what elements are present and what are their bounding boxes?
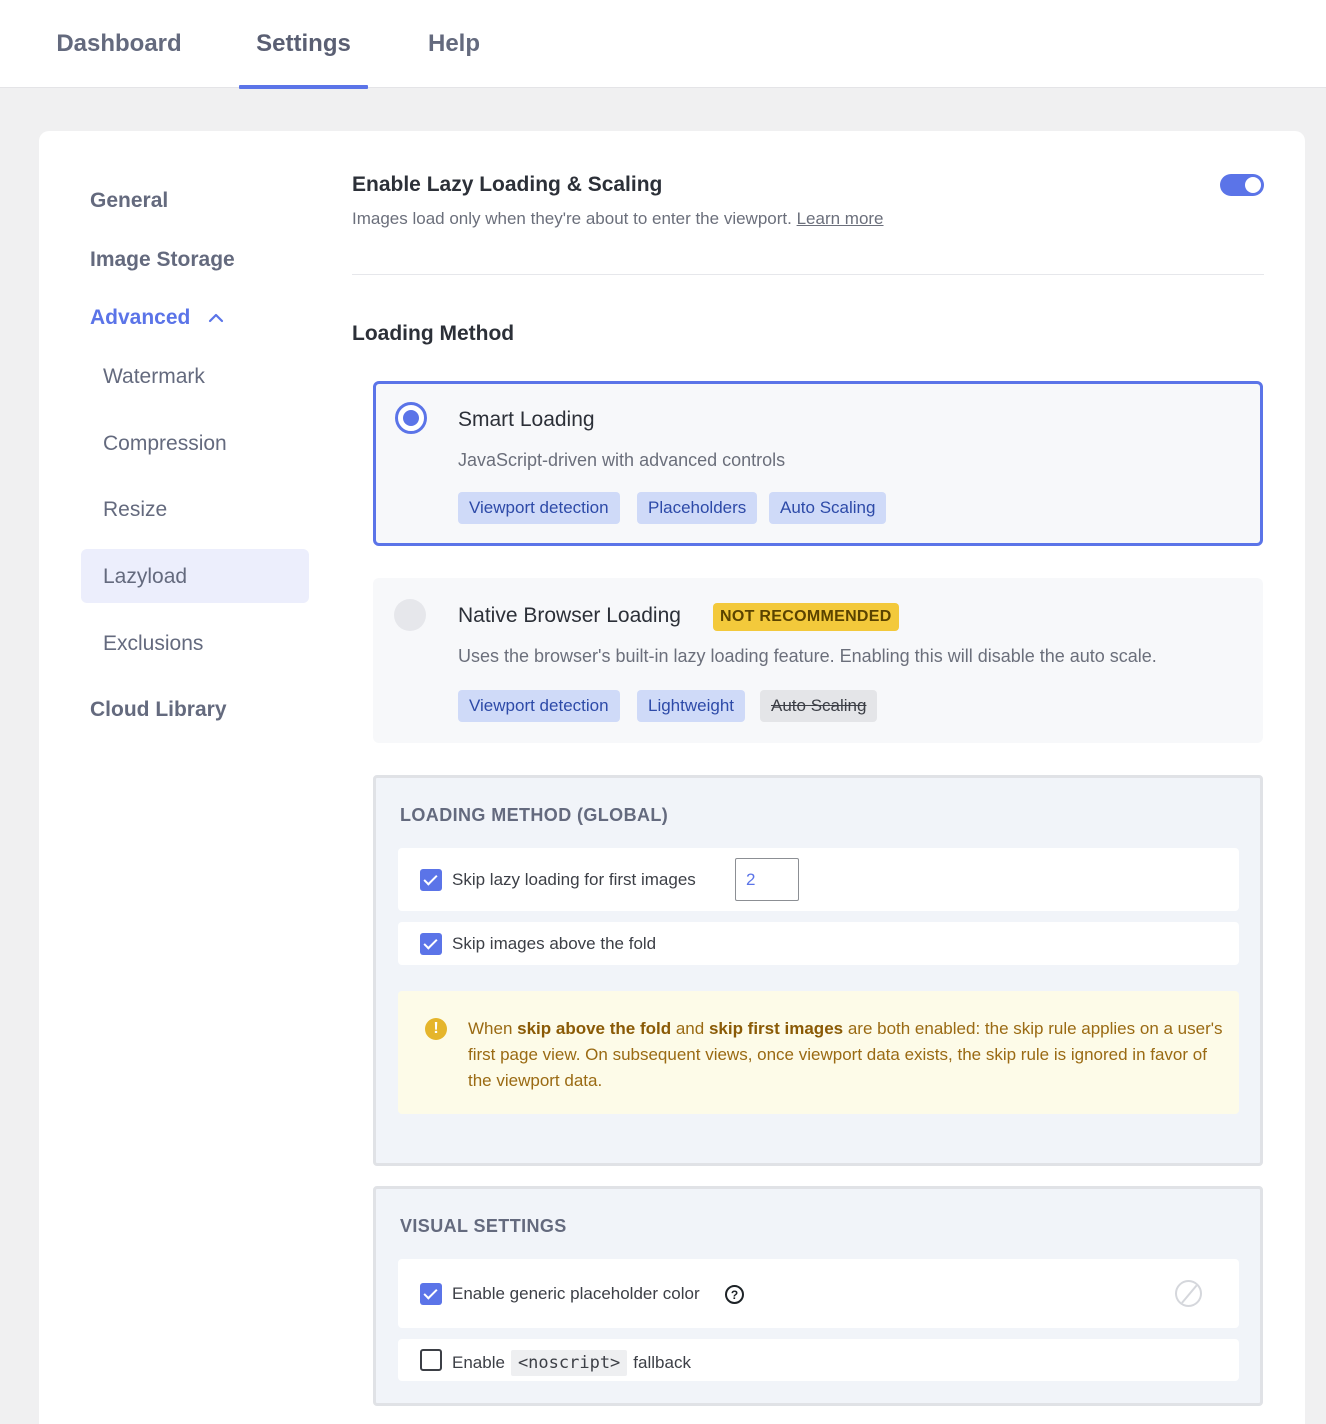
skip-first-images-label: Skip lazy loading for first images — [452, 870, 696, 889]
sidebar-item-watermark[interactable]: Watermark — [103, 365, 205, 389]
sidebar-item-resize[interactable]: Resize — [103, 498, 167, 522]
sidebar-item-advanced-label: Advanced — [90, 306, 191, 329]
enable-lazy-loading-description: Images load only when they're about to e… — [352, 209, 884, 229]
notice-text: When skip above the fold and skip first … — [468, 1016, 1228, 1094]
tab-dashboard[interactable]: Dashboard — [56, 0, 182, 88]
sidebar-item-general[interactable]: General — [90, 189, 168, 213]
skip-above-fold-row: Skip images above the fold — [398, 922, 1239, 965]
notice-prefix: When — [468, 1019, 518, 1038]
tab-help[interactable]: Help — [427, 0, 481, 88]
sidebar-item-image-storage[interactable]: Image Storage — [90, 248, 235, 272]
chip-placeholders: Placeholders — [637, 492, 758, 524]
tab-settings-label: Settings — [256, 30, 351, 57]
skip-first-images-row: Skip lazy loading for first images 2 — [398, 848, 1239, 911]
visual-settings-title: VISUAL SETTINGS — [400, 1216, 567, 1236]
chip-viewport-detection: Viewport detection — [458, 492, 620, 524]
noscript-fallback-label: Enable <noscript> fallback — [452, 1350, 691, 1376]
notice-bold-fold: skip above the fold — [517, 1019, 672, 1038]
sidebar-item-cloud-library[interactable]: Cloud Library — [90, 698, 227, 722]
skip-first-images-checkbox[interactable] — [420, 869, 442, 891]
section-divider — [352, 274, 1264, 275]
chip-auto-scaling: Auto Scaling — [769, 492, 887, 524]
native-loading-title: Native Browser Loading — [458, 604, 681, 627]
learn-more-link[interactable]: Learn more — [797, 209, 884, 228]
smart-loading-description: JavaScript-driven with advanced controls — [458, 450, 786, 470]
notice-mid: and — [671, 1019, 709, 1038]
chevron-up-icon — [209, 313, 224, 323]
enable-description-text: Images load only when they're about to e… — [352, 209, 792, 228]
noscript-fallback-checkbox[interactable] — [420, 1349, 442, 1371]
active-tab-indicator — [239, 85, 368, 89]
notice-bold-first: skip first images — [708, 1019, 844, 1038]
visual-settings-panel: VISUAL SETTINGS Enable generic placehold… — [373, 1186, 1263, 1406]
settings-card: General Image Storage Advanced Watermark… — [39, 131, 1305, 1424]
noscript-code: <noscript> — [510, 1350, 628, 1376]
smart-loading-title: Smart Loading — [458, 408, 595, 431]
skip-rule-notice: ! When skip above the fold and skip firs… — [398, 991, 1239, 1114]
skip-above-fold-label: Skip images above the fold — [452, 934, 657, 953]
noscript-suffix: fallback — [633, 1353, 691, 1372]
toggle-knob — [1245, 177, 1261, 193]
loading-method-title: Loading Method — [352, 322, 515, 345]
placeholder-color-row: Enable generic placeholder color ? — [398, 1259, 1239, 1328]
noscript-prefix: Enable — [452, 1353, 505, 1372]
enable-lazy-loading-title: Enable Lazy Loading & Scaling — [352, 173, 663, 196]
placeholder-color-checkbox[interactable] — [420, 1283, 442, 1305]
native-browser-loading-option[interactable]: Native Browser Loading NOT RECOMMENDED U… — [373, 578, 1263, 743]
sidebar-item-advanced[interactable]: Advanced — [90, 306, 224, 330]
lazy-loading-toggle[interactable] — [1220, 174, 1264, 196]
loading-method-global-panel: LOADING METHOD (GLOBAL) Skip lazy loadin… — [373, 775, 1263, 1166]
skip-first-images-count-input[interactable]: 2 — [735, 858, 799, 901]
warning-icon: ! — [425, 1018, 447, 1040]
chip-viewport-detection: Viewport detection — [458, 690, 620, 722]
noscript-fallback-row: Enable <noscript> fallback — [398, 1339, 1239, 1381]
chip-lightweight: Lightweight — [637, 690, 746, 722]
native-loading-description: Uses the browser's built-in lazy loading… — [458, 646, 1157, 666]
skip-above-fold-checkbox[interactable] — [420, 933, 442, 955]
native-loading-radio[interactable] — [394, 599, 426, 631]
global-panel-title: LOADING METHOD (GLOBAL) — [400, 805, 669, 825]
chip-auto-scaling-disabled: Auto Scaling — [760, 690, 878, 722]
question-circle-icon[interactable]: ? — [725, 1285, 744, 1304]
sidebar-item-compression[interactable]: Compression — [103, 432, 227, 456]
smart-loading-option[interactable]: Smart Loading JavaScript-driven with adv… — [373, 381, 1263, 546]
placeholder-color-label: Enable generic placeholder color — [452, 1284, 700, 1303]
smart-loading-radio[interactable] — [395, 402, 427, 434]
top-nav: Dashboard Settings Help — [0, 0, 1326, 89]
sidebar-item-lazyload[interactable]: Lazyload — [103, 565, 187, 589]
placeholder-color-swatch[interactable] — [1175, 1280, 1202, 1307]
tab-settings[interactable]: Settings — [239, 0, 368, 89]
sidebar-item-exclusions[interactable]: Exclusions — [103, 632, 203, 656]
not-recommended-badge: NOT RECOMMENDED — [713, 603, 899, 631]
